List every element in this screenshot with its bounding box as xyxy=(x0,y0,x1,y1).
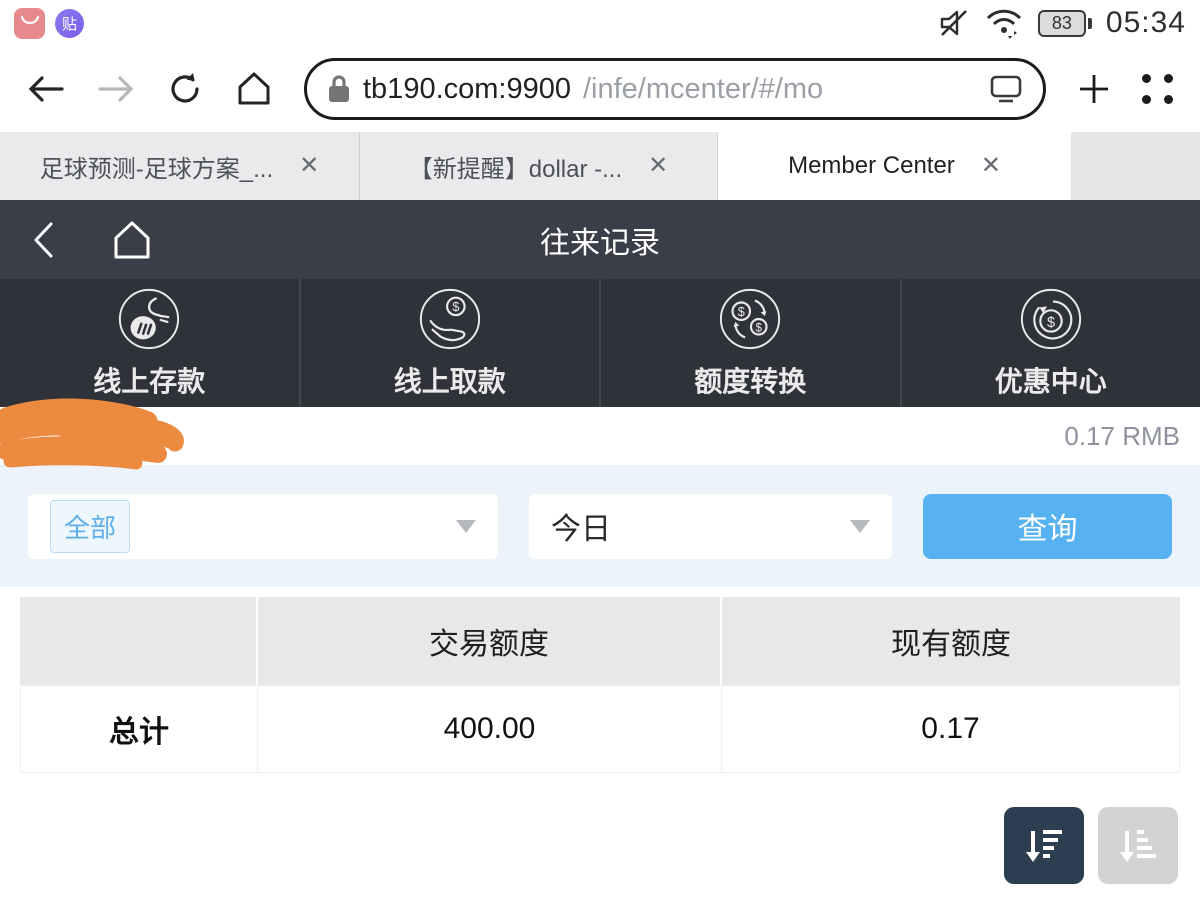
desktop-site-icon[interactable] xyxy=(989,74,1023,104)
nav-online-deposit[interactable]: 线上存款 xyxy=(0,279,301,407)
promo-icon: $ xyxy=(1020,288,1081,350)
svg-text:$: $ xyxy=(452,300,459,314)
appgallery-notification-icon xyxy=(14,7,45,39)
sort-controls xyxy=(0,807,1178,884)
page-header: 往来记录 xyxy=(0,200,1200,279)
battery-indicator: 83 xyxy=(1037,9,1092,37)
svg-text:$: $ xyxy=(738,305,745,319)
tabs-menu-icon[interactable] xyxy=(1142,74,1174,104)
close-icon[interactable]: ✕ xyxy=(299,154,319,178)
tab-dollar[interactable]: 【新提醒】dollar -... ✕ xyxy=(360,132,718,200)
table-header-empty xyxy=(20,597,258,685)
refresh-icon[interactable] xyxy=(166,70,204,108)
svg-text:$: $ xyxy=(1047,315,1055,331)
tab-strip-filler xyxy=(1071,132,1200,200)
page-title: 往来记录 xyxy=(540,226,660,260)
back-icon[interactable] xyxy=(26,73,66,105)
close-icon[interactable]: ✕ xyxy=(981,154,1001,178)
table-cell-transaction-amount: 400.00 xyxy=(258,685,722,773)
wifi-icon xyxy=(986,9,1021,39)
account-row: 0.17 RMB xyxy=(0,398,1200,470)
query-button[interactable]: 查询 xyxy=(923,493,1172,559)
svg-text:$: $ xyxy=(756,322,763,335)
transfer-icon: $ $ xyxy=(720,288,781,350)
home-icon[interactable] xyxy=(234,70,274,108)
back-chevron-icon[interactable] xyxy=(30,220,56,260)
chevron-down-icon xyxy=(456,519,476,533)
nav-online-withdraw[interactable]: $ 线上取款 xyxy=(301,279,601,407)
tab-football[interactable]: 足球预测-足球方案_... ✕ xyxy=(0,132,360,200)
withdraw-icon: $ xyxy=(419,288,480,350)
lock-icon xyxy=(329,75,349,102)
quick-nav: 线上存款 $ 线上取款 $ $ 额度转换 $ 优惠中心 xyxy=(0,279,1200,407)
nav-credit-transfer[interactable]: $ $ 额度转换 xyxy=(601,279,902,407)
new-tab-icon[interactable] xyxy=(1076,71,1112,107)
filter-band: 全部 今日 查询 xyxy=(0,465,1200,587)
chevron-down-icon xyxy=(850,519,870,533)
sort-ascending-button[interactable] xyxy=(1098,807,1178,884)
url-bar[interactable]: tb190.com:9900/infe/mcenter/#/mo xyxy=(304,58,1046,120)
balance-amount: 0.17 RMB xyxy=(1064,420,1180,451)
tab-member-center[interactable]: Member Center ✕ xyxy=(718,132,1071,200)
home-page-icon[interactable] xyxy=(108,218,156,262)
sort-ascending-icon xyxy=(1120,829,1156,862)
content-area: 交易额度 现有额度 总计 400.00 0.17 xyxy=(0,587,1200,884)
sort-descending-icon xyxy=(1026,829,1062,862)
tieba-notification-icon: 贴 xyxy=(55,8,84,38)
mute-icon xyxy=(940,10,967,36)
clock: 05:34 xyxy=(1105,6,1186,39)
close-icon[interactable]: ✕ xyxy=(648,154,668,178)
redaction-scribble xyxy=(0,398,184,470)
status-bar: 贴 83 05:34 xyxy=(0,0,1200,46)
deposit-icon xyxy=(119,288,180,350)
table-header-transaction: 交易额度 xyxy=(258,597,722,685)
transactions-table: 交易额度 现有额度 总计 400.00 0.17 xyxy=(20,597,1180,773)
date-filter-value: 今日 xyxy=(551,513,611,546)
nav-promo-center[interactable]: $ 优惠中心 xyxy=(902,279,1200,407)
sort-descending-button[interactable] xyxy=(1004,807,1084,884)
table-header-current: 现有额度 xyxy=(722,597,1180,685)
table-cell-current-amount: 0.17 xyxy=(722,685,1180,773)
url-path: /infe/mcenter/#/mo xyxy=(582,72,824,105)
browser-toolbar: tb190.com:9900/infe/mcenter/#/mo xyxy=(0,46,1200,132)
tab-strip: 足球预测-足球方案_... ✕ 【新提醒】dollar -... ✕ Membe… xyxy=(0,132,1200,200)
table-cell-total-label: 总计 xyxy=(20,685,258,773)
forward-icon[interactable] xyxy=(96,73,136,105)
type-filter-dropdown[interactable]: 全部 xyxy=(28,493,498,559)
url-host: tb190.com:9900 xyxy=(363,72,571,105)
date-filter-dropdown[interactable]: 今日 xyxy=(529,493,892,559)
type-filter-chip: 全部 xyxy=(50,499,131,553)
